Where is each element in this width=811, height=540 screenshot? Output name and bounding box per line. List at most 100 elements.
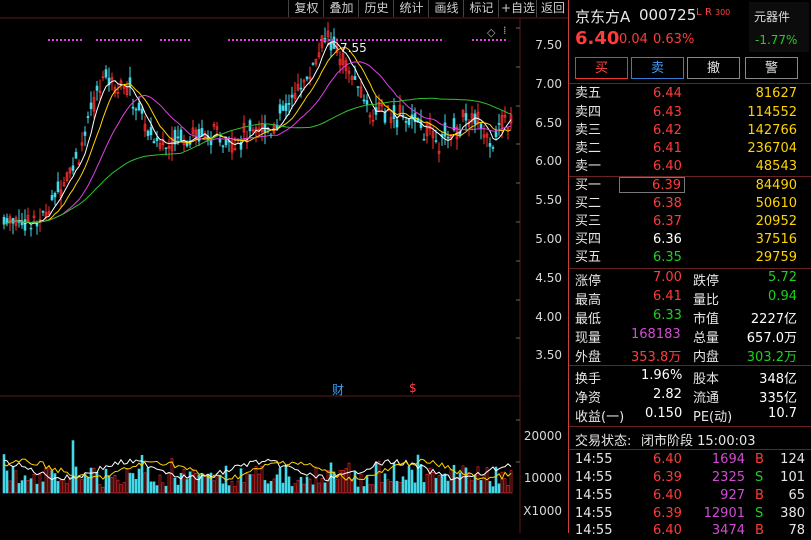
- volume-bar: [104, 468, 108, 494]
- signal-dot: [172, 39, 174, 41]
- float-label: 流通: [693, 391, 720, 406]
- signal-dot: [56, 39, 58, 41]
- signal-dot: [96, 39, 98, 41]
- candle-body: [224, 139, 228, 146]
- tick-row[interactable]: 14:55 6.39 2325 S 101: [569, 469, 811, 487]
- inner-volume-label: 内盘: [693, 350, 720, 365]
- ask-row[interactable]: 卖二 6.41 236704: [569, 140, 811, 158]
- dividend-mark[interactable]: $: [409, 381, 417, 395]
- toolbar-stats-button[interactable]: 统计: [393, 0, 429, 17]
- sector-box[interactable]: 元器件 -1.77%: [749, 2, 809, 52]
- volume-bar: [161, 482, 165, 494]
- sell-button[interactable]: 卖: [631, 57, 684, 79]
- current-volume-label: 现量: [575, 331, 602, 346]
- limit-up-value: 7.00: [653, 270, 682, 285]
- tick-price: 6.40: [653, 452, 682, 467]
- ask-volume: 142766: [747, 123, 797, 138]
- bid-volume: 20952: [755, 214, 797, 229]
- ask-price: 6.42: [653, 123, 682, 138]
- signal-dot: [108, 39, 110, 41]
- financial-report-mark[interactable]: 财: [332, 381, 344, 398]
- bid-row[interactable]: 买三 6.37 20952: [569, 213, 811, 231]
- ask-row[interactable]: 卖一 6.40 48543: [569, 158, 811, 176]
- volume-bar: [419, 464, 423, 494]
- bid-label: 买五: [575, 250, 602, 265]
- bid-price-selected[interactable]: 6.39: [619, 177, 685, 193]
- volume-bar: [176, 484, 180, 494]
- bid-row[interactable]: 买一 6.39 84490: [569, 177, 811, 195]
- candle-body: [434, 140, 438, 142]
- candle-body: [395, 119, 399, 128]
- bid-row[interactable]: 买五 6.35 29759: [569, 249, 811, 267]
- ask-volume: 236704: [747, 141, 797, 156]
- volume-bar: [368, 484, 372, 494]
- toolbar-add-watchlist-button[interactable]: +自选: [498, 0, 537, 17]
- signal-dot: [308, 39, 310, 41]
- kline-chart-area[interactable]: [0, 0, 568, 533]
- toolbar-fuquan-button[interactable]: 复权: [288, 0, 324, 17]
- candle-body: [497, 123, 501, 125]
- signal-dot: [336, 39, 338, 41]
- candle-body: [146, 130, 150, 136]
- signal-dot: [312, 39, 314, 41]
- price-tick: 4.50: [535, 271, 562, 285]
- toolbar-overlay-button[interactable]: 叠加: [323, 0, 359, 17]
- tick-row[interactable]: 14:55 6.39 12901 S 380: [569, 505, 811, 523]
- volume-bar: [305, 476, 309, 494]
- bid-volume: 84490: [755, 178, 797, 193]
- toolbar-history-button[interactable]: 历史: [358, 0, 394, 17]
- trade-status-label: 交易状态:: [575, 434, 632, 449]
- volume-tick: 10000: [523, 471, 562, 485]
- kline-chart-svg[interactable]: [0, 0, 568, 533]
- volume-bar: [227, 485, 231, 494]
- bid-row[interactable]: 买二 6.38 50610: [569, 195, 811, 213]
- alert-button[interactable]: 警: [745, 57, 798, 79]
- ask-label: 卖四: [575, 105, 602, 120]
- tick-row[interactable]: 14:55 6.40 927 B 65: [569, 487, 811, 505]
- volume-bar: [317, 482, 321, 494]
- diamond-icon[interactable]: ◇: [487, 26, 495, 39]
- ask-row[interactable]: 卖四 6.43 114552: [569, 104, 811, 122]
- volume-bar: [437, 475, 441, 494]
- volume-bar: [17, 483, 21, 494]
- eps-value: 0.150: [645, 406, 683, 421]
- cancel-order-button[interactable]: 撤: [687, 57, 740, 79]
- volume-bar: [266, 483, 270, 494]
- volume-bar: [479, 480, 483, 494]
- volume-bar: [83, 473, 87, 494]
- toolbar-mark-button[interactable]: 标记: [463, 0, 499, 17]
- tick-row[interactable]: 14:55 6.40 3474 B 78: [569, 522, 811, 540]
- high-label: 最高: [575, 293, 602, 308]
- limit-up-label: 涨停: [575, 274, 602, 289]
- volume-bar: [335, 479, 339, 494]
- settings-dots-icon[interactable]: ⁞: [503, 24, 507, 37]
- signal-dot: [244, 39, 246, 41]
- volume-bar: [50, 470, 54, 494]
- bid-price: 6.37: [653, 214, 682, 229]
- ask-row[interactable]: 卖三 6.42 142766: [569, 122, 811, 140]
- volume-bar: [374, 462, 378, 494]
- volume-bar: [302, 483, 306, 494]
- volume-bar: [422, 482, 426, 494]
- volume-bar: [440, 475, 444, 494]
- buy-button[interactable]: 买: [575, 57, 628, 79]
- tick-row[interactable]: 14:55 6.40 1694 B 124: [569, 451, 811, 469]
- volume-bar: [101, 486, 105, 494]
- toolbar-draw-button[interactable]: 画线: [428, 0, 464, 17]
- tick-time: 14:55: [575, 523, 613, 538]
- total-volume-label: 总量: [693, 331, 720, 346]
- ask-row[interactable]: 卖五 6.44 81627: [569, 85, 811, 103]
- volume-bar: [281, 482, 285, 494]
- bid-volume: 29759: [755, 250, 797, 265]
- signal-dot: [412, 39, 414, 41]
- bid-row[interactable]: 买四 6.36 37516: [569, 231, 811, 249]
- candle-body: [284, 103, 288, 112]
- volume-bar: [119, 484, 123, 494]
- volume-bar: [458, 472, 462, 494]
- signal-dot: [388, 39, 390, 41]
- badge-r: R: [705, 7, 712, 18]
- toolbar-back-button[interactable]: 返回: [536, 0, 569, 17]
- price-change-pct: 0.63%: [653, 32, 695, 47]
- volume-bar: [392, 462, 396, 494]
- candle-body: [362, 99, 366, 102]
